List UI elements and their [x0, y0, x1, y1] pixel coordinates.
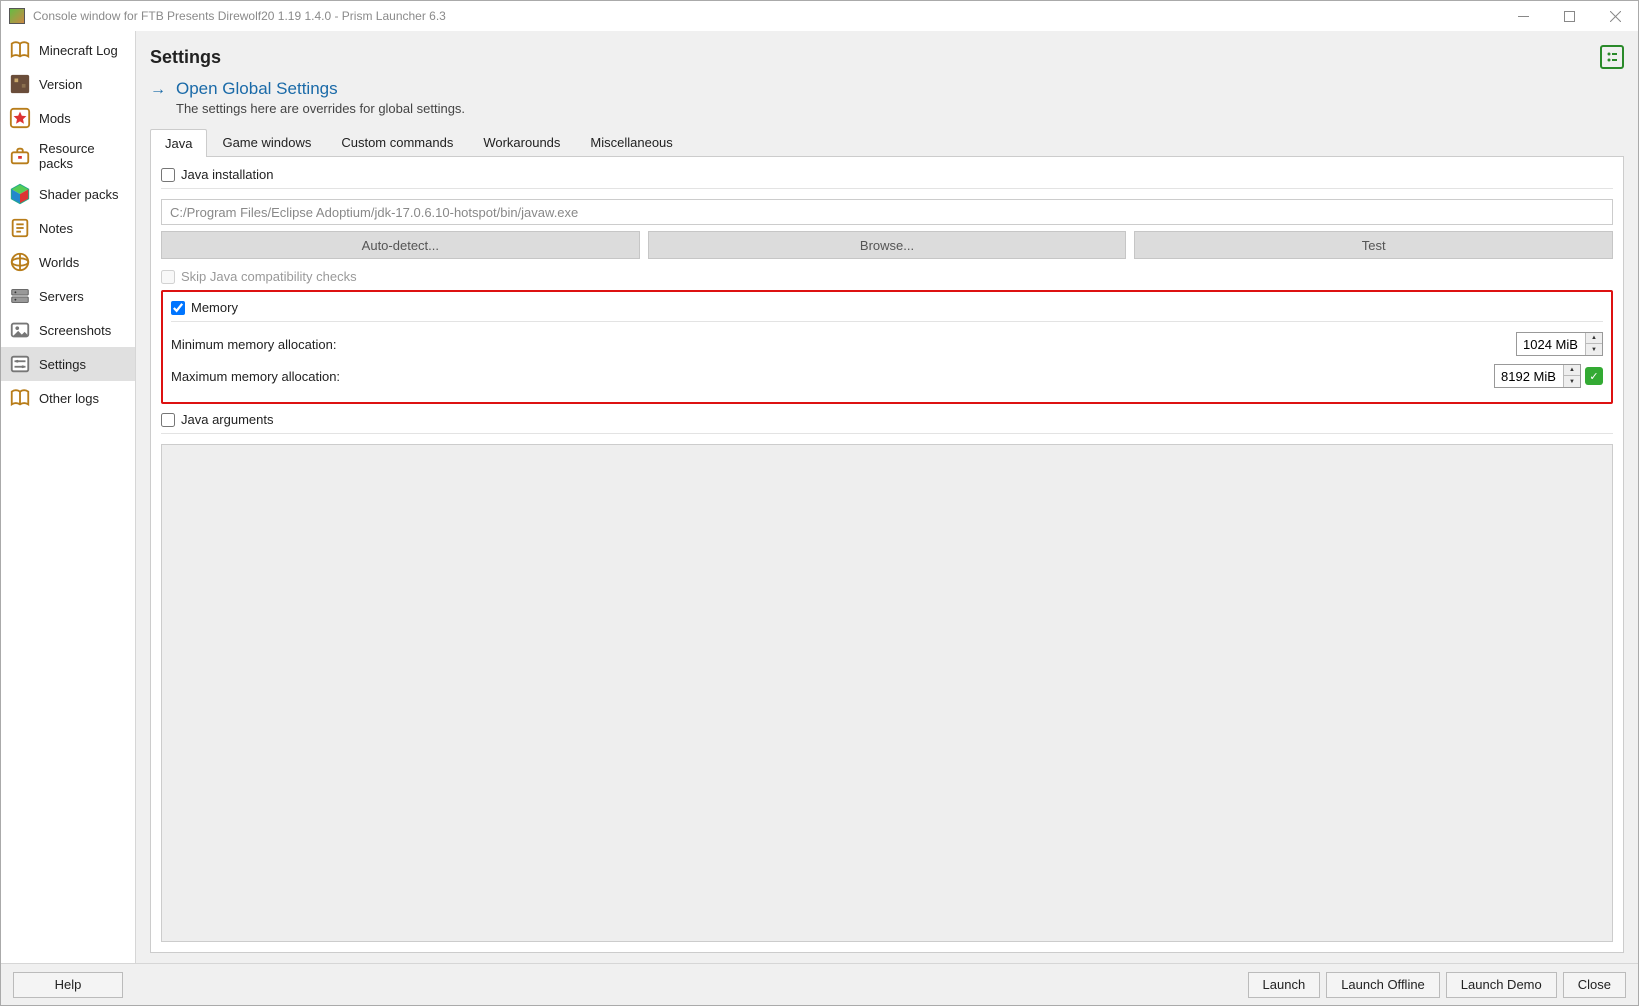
- sidebar-label: Notes: [39, 221, 73, 236]
- auto-detect-button[interactable]: Auto-detect...: [161, 231, 640, 259]
- sidebar-label: Screenshots: [39, 323, 111, 338]
- globe-icon: [9, 251, 31, 273]
- sidebar-label: Worlds: [39, 255, 79, 270]
- sidebar-label: Version: [39, 77, 82, 92]
- sliders-icon: [9, 353, 31, 375]
- skip-compat-checkbox[interactable]: Skip Java compatibility checks: [161, 265, 1613, 288]
- test-button[interactable]: Test: [1134, 231, 1613, 259]
- memory-checkbox[interactable]: Memory: [171, 298, 1603, 321]
- java-arguments-textarea[interactable]: [161, 444, 1613, 942]
- window-title: Console window for FTB Presents Direwolf…: [33, 9, 1500, 23]
- sidebar-item-shader-packs[interactable]: Shader packs: [1, 177, 135, 211]
- page-title: Settings: [150, 47, 1592, 68]
- skip-compat-check-input[interactable]: [161, 270, 175, 284]
- open-global-settings-link[interactable]: Open Global Settings: [176, 79, 465, 99]
- tab-workarounds[interactable]: Workarounds: [468, 128, 575, 156]
- sidebar-item-other-logs[interactable]: Other logs: [1, 381, 135, 415]
- briefcase-icon: [9, 145, 31, 167]
- skip-compat-label: Skip Java compatibility checks: [181, 269, 357, 284]
- spin-up-icon[interactable]: ▲: [1586, 333, 1602, 344]
- help-button[interactable]: Help: [13, 972, 123, 998]
- arrow-right-icon: →: [150, 79, 166, 99]
- settings-header-icon[interactable]: [1600, 45, 1624, 69]
- titlebar: Console window for FTB Presents Direwolf…: [1, 1, 1638, 31]
- java-installation-checkbox[interactable]: Java installation: [161, 165, 1613, 188]
- content: Settings → Open Global Settings The sett…: [136, 31, 1638, 963]
- sidebar-label: Mods: [39, 111, 71, 126]
- app-icon: [9, 8, 25, 24]
- maximize-button[interactable]: [1546, 1, 1592, 31]
- sidebar-item-screenshots[interactable]: Screenshots: [1, 313, 135, 347]
- sidebar-label: Resource packs: [39, 141, 127, 171]
- memory-label: Memory: [191, 300, 238, 315]
- java-installation-label: Java installation: [181, 167, 274, 182]
- java-path-input[interactable]: [161, 199, 1613, 225]
- tab-miscellaneous[interactable]: Miscellaneous: [575, 128, 687, 156]
- sidebar-label: Shader packs: [39, 187, 119, 202]
- java-installation-check-input[interactable]: [161, 168, 175, 182]
- sidebar-item-worlds[interactable]: Worlds: [1, 245, 135, 279]
- sidebar: Minecraft Log Version Mods Resource pack…: [1, 31, 136, 963]
- book-icon: [9, 387, 31, 409]
- tab-custom-commands[interactable]: Custom commands: [326, 128, 468, 156]
- sidebar-label: Minecraft Log: [39, 43, 118, 58]
- note-icon: [9, 217, 31, 239]
- cube-icon: [9, 183, 31, 205]
- image-icon: [9, 319, 31, 341]
- sidebar-item-version[interactable]: Version: [1, 67, 135, 101]
- max-memory-input[interactable]: [1495, 367, 1563, 386]
- tab-game-windows[interactable]: Game windows: [207, 128, 326, 156]
- spin-up-icon[interactable]: ▲: [1564, 365, 1580, 376]
- max-memory-label: Maximum memory allocation:: [171, 369, 1494, 384]
- book-icon: [9, 39, 31, 61]
- sidebar-item-servers[interactable]: Servers: [1, 279, 135, 313]
- memory-check-input[interactable]: [171, 301, 185, 315]
- sidebar-label: Other logs: [39, 391, 99, 406]
- spin-down-icon[interactable]: ▼: [1564, 376, 1580, 387]
- browse-button[interactable]: Browse...: [648, 231, 1127, 259]
- memory-ok-badge: ✓: [1585, 367, 1603, 385]
- java-arguments-checkbox[interactable]: Java arguments: [161, 410, 1613, 433]
- sidebar-label: Servers: [39, 289, 84, 304]
- sidebar-item-settings[interactable]: Settings: [1, 347, 135, 381]
- sidebar-item-notes[interactable]: Notes: [1, 211, 135, 245]
- close-button[interactable]: Close: [1563, 972, 1626, 998]
- server-icon: [9, 285, 31, 307]
- memory-group: Memory Minimum memory allocation: ▲ ▼ Ma…: [161, 290, 1613, 404]
- spin-down-icon[interactable]: ▼: [1586, 344, 1602, 355]
- sidebar-item-minecraft-log[interactable]: Minecraft Log: [1, 33, 135, 67]
- java-arguments-label: Java arguments: [181, 412, 274, 427]
- version-icon: [9, 73, 31, 95]
- sidebar-item-resource-packs[interactable]: Resource packs: [1, 135, 135, 177]
- min-memory-input[interactable]: [1517, 335, 1585, 354]
- tabs: Java Game windows Custom commands Workar…: [150, 128, 1624, 157]
- launch-demo-button[interactable]: Launch Demo: [1446, 972, 1557, 998]
- global-settings-subtext: The settings here are overrides for glob…: [176, 101, 465, 116]
- min-memory-label: Minimum memory allocation:: [171, 337, 1516, 352]
- min-memory-spinbox[interactable]: ▲ ▼: [1516, 332, 1603, 356]
- tab-panel-java: Java installation Auto-detect... Browse.…: [150, 157, 1624, 953]
- launch-button[interactable]: Launch: [1248, 972, 1321, 998]
- sidebar-label: Settings: [39, 357, 86, 372]
- launch-offline-button[interactable]: Launch Offline: [1326, 972, 1440, 998]
- close-window-button[interactable]: [1592, 1, 1638, 31]
- sidebar-item-mods[interactable]: Mods: [1, 101, 135, 135]
- star-icon: [9, 107, 31, 129]
- minimize-button[interactable]: [1500, 1, 1546, 31]
- java-arguments-check-input[interactable]: [161, 413, 175, 427]
- tab-java[interactable]: Java: [150, 129, 207, 157]
- bottom-bar: Help Launch Launch Offline Launch Demo C…: [1, 963, 1638, 1005]
- max-memory-spinbox[interactable]: ▲ ▼: [1494, 364, 1581, 388]
